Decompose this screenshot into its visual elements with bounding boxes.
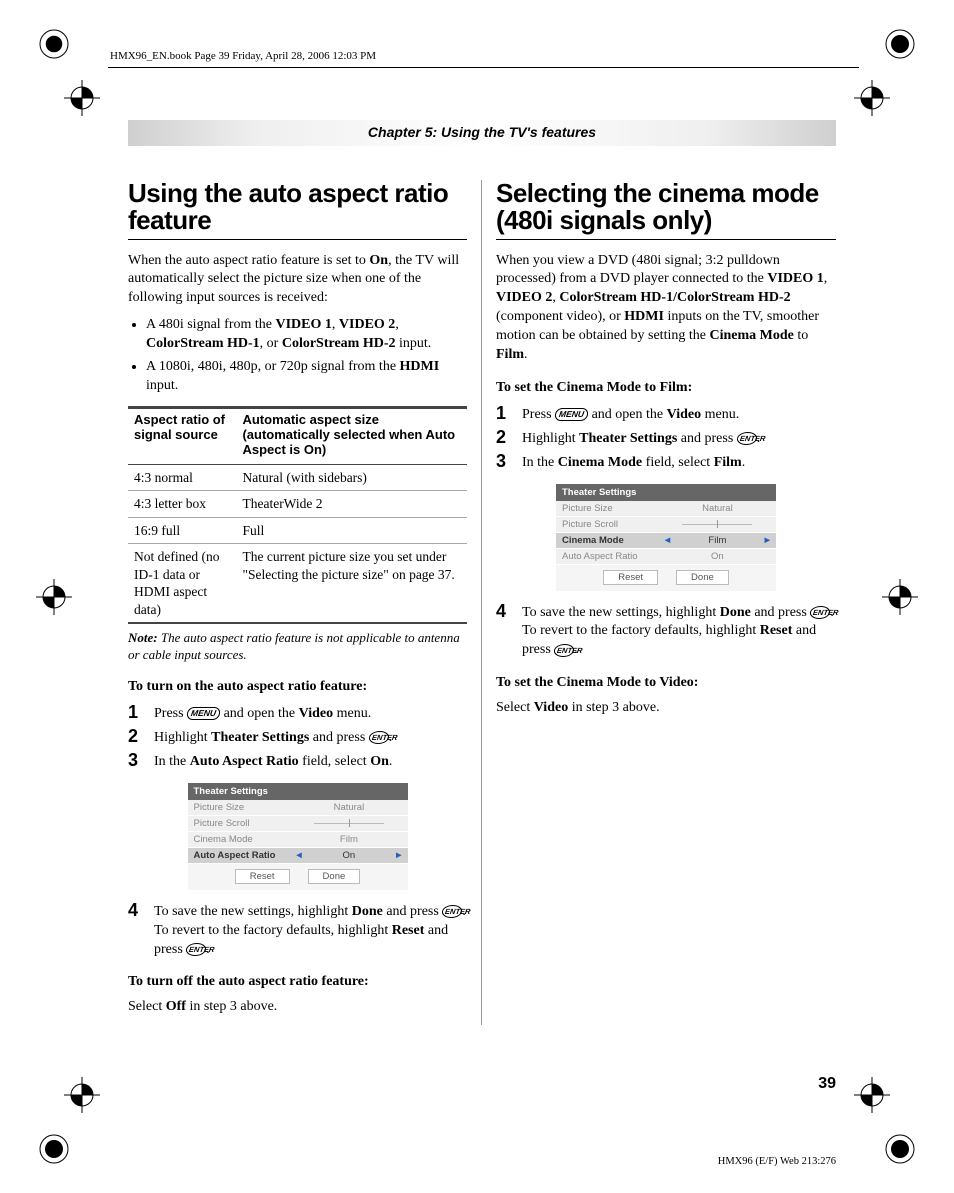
reset-button: Reset — [603, 570, 658, 585]
registration-mark-icon — [36, 579, 72, 615]
registration-mark-icon — [882, 579, 918, 615]
crop-mark-icon — [882, 26, 918, 62]
menu-button-icon: MENU — [554, 408, 589, 421]
menu-row: Picture Scroll — [188, 816, 408, 832]
menu-row-highlighted: Cinema Mode◄Film► — [556, 533, 776, 549]
table-row: Not defined (no ID-1 data or HDMI aspect… — [128, 544, 467, 624]
registration-mark-icon — [854, 1077, 890, 1113]
step-item: 1Press MENU and open the Video menu. — [496, 404, 836, 425]
intro-paragraph: When you view a DVD (480i signal; 3:2 pu… — [496, 252, 836, 365]
turn-off-text: Select Off in step 3 above. — [128, 998, 467, 1017]
steps-set-film: 1Press MENU and open the Video menu. 2Hi… — [496, 404, 836, 473]
step-item: 1Press MENU and open the Video menu. — [128, 703, 467, 724]
registration-mark-icon — [64, 1077, 100, 1113]
menu-row: Picture Scroll — [556, 517, 776, 533]
step-item: 2Highlight Theater Settings and press EN… — [128, 727, 467, 748]
enter-button-icon: ENTER — [809, 606, 831, 619]
list-item: A 480i signal from the VIDEO 1, VIDEO 2,… — [146, 316, 467, 354]
step-item: 4To save the new settings, highlight Don… — [128, 901, 467, 960]
input-sources-list: A 480i signal from the VIDEO 1, VIDEO 2,… — [132, 316, 467, 396]
aspect-ratio-table: Aspect ratio of signal source Automatic … — [128, 406, 467, 625]
enter-button-icon: ENTER — [553, 644, 575, 657]
heading-rule — [496, 239, 836, 240]
done-button: Done — [308, 869, 361, 884]
menu-title: Theater Settings — [188, 783, 408, 800]
slider-icon — [682, 521, 752, 527]
subhead-turn-off: To turn off the auto aspect ratio featur… — [128, 973, 467, 992]
menu-button-icon: MENU — [186, 707, 221, 720]
arrow-left-icon: ◄ — [659, 535, 676, 546]
arrow-left-icon: ◄ — [290, 850, 307, 861]
enter-button-icon: ENTER — [736, 432, 758, 445]
done-button: Done — [676, 570, 729, 585]
arrow-right-icon: ► — [759, 535, 776, 546]
header-filename: HMX96_EN.book Page 39 Friday, April 28, … — [110, 50, 376, 62]
section-heading-auto-aspect: Using the auto aspect ratio feature — [128, 180, 467, 235]
subhead-turn-on: To turn on the auto aspect ratio feature… — [128, 678, 467, 697]
steps-turn-on: 1Press MENU and open the Video menu. 2Hi… — [128, 703, 467, 772]
reset-button: Reset — [235, 869, 290, 884]
steps-save: 4To save the new settings, highlight Don… — [496, 602, 836, 661]
step-item: 3In the Auto Aspect Ratio field, select … — [128, 751, 467, 772]
header-rule — [108, 67, 859, 68]
intro-paragraph: When the auto aspect ratio feature is se… — [128, 252, 467, 309]
menu-row: Picture SizeNatural — [556, 501, 776, 517]
table-row: 16:9 fullFull — [128, 517, 467, 544]
menu-row-highlighted: Auto Aspect Ratio◄On► — [188, 848, 408, 864]
tv-menu-screenshot: Theater Settings Picture SizeNatural Pic… — [555, 483, 777, 592]
table-row: 4:3 letter boxTheaterWide 2 — [128, 491, 467, 518]
section-heading-cinema-mode: Selecting the cinema mode (480i signals … — [496, 180, 836, 235]
step-item: 2Highlight Theater Settings and press EN… — [496, 428, 836, 449]
table-row: 4:3 normalNatural (with sidebars) — [128, 464, 467, 491]
menu-row: Cinema ModeFilm — [188, 832, 408, 848]
th-auto-aspect: Automatic aspect size (automatically sel… — [236, 407, 467, 464]
menu-row: Auto Aspect RatioOn — [556, 549, 776, 565]
chapter-banner: Chapter 5: Using the TV's features — [128, 120, 836, 146]
subhead-set-film: To set the Cinema Mode to Film: — [496, 379, 836, 398]
enter-button-icon: ENTER — [368, 731, 390, 744]
arrow-right-icon: ► — [390, 850, 407, 861]
step-item: 3In the Cinema Mode field, select Film. — [496, 452, 836, 473]
steps-save: 4To save the new settings, highlight Don… — [128, 901, 467, 960]
menu-title: Theater Settings — [556, 484, 776, 501]
enter-button-icon: ENTER — [441, 905, 463, 918]
list-item: A 1080i, 480i, 480p, or 720p signal from… — [146, 358, 467, 396]
slider-icon — [314, 820, 384, 826]
crop-mark-icon — [36, 1131, 72, 1167]
crop-mark-icon — [882, 1131, 918, 1167]
set-video-text: Select Video in step 3 above. — [496, 699, 836, 718]
registration-mark-icon — [64, 80, 100, 116]
enter-button-icon: ENTER — [185, 943, 207, 956]
crop-mark-icon — [36, 26, 72, 62]
registration-mark-icon — [854, 80, 890, 116]
tv-menu-screenshot: Theater Settings Picture SizeNatural Pic… — [187, 782, 409, 891]
page-number: 39 — [818, 1075, 836, 1093]
subhead-set-video: To set the Cinema Mode to Video: — [496, 674, 836, 693]
menu-row: Picture SizeNatural — [188, 800, 408, 816]
th-signal-source: Aspect ratio of signal source — [128, 407, 236, 464]
footer-code: HMX96 (E/F) Web 213:276 — [718, 1156, 836, 1167]
step-item: 4To save the new settings, highlight Don… — [496, 602, 836, 661]
heading-rule — [128, 239, 467, 240]
note-text: Note: The auto aspect ratio feature is n… — [128, 630, 467, 664]
